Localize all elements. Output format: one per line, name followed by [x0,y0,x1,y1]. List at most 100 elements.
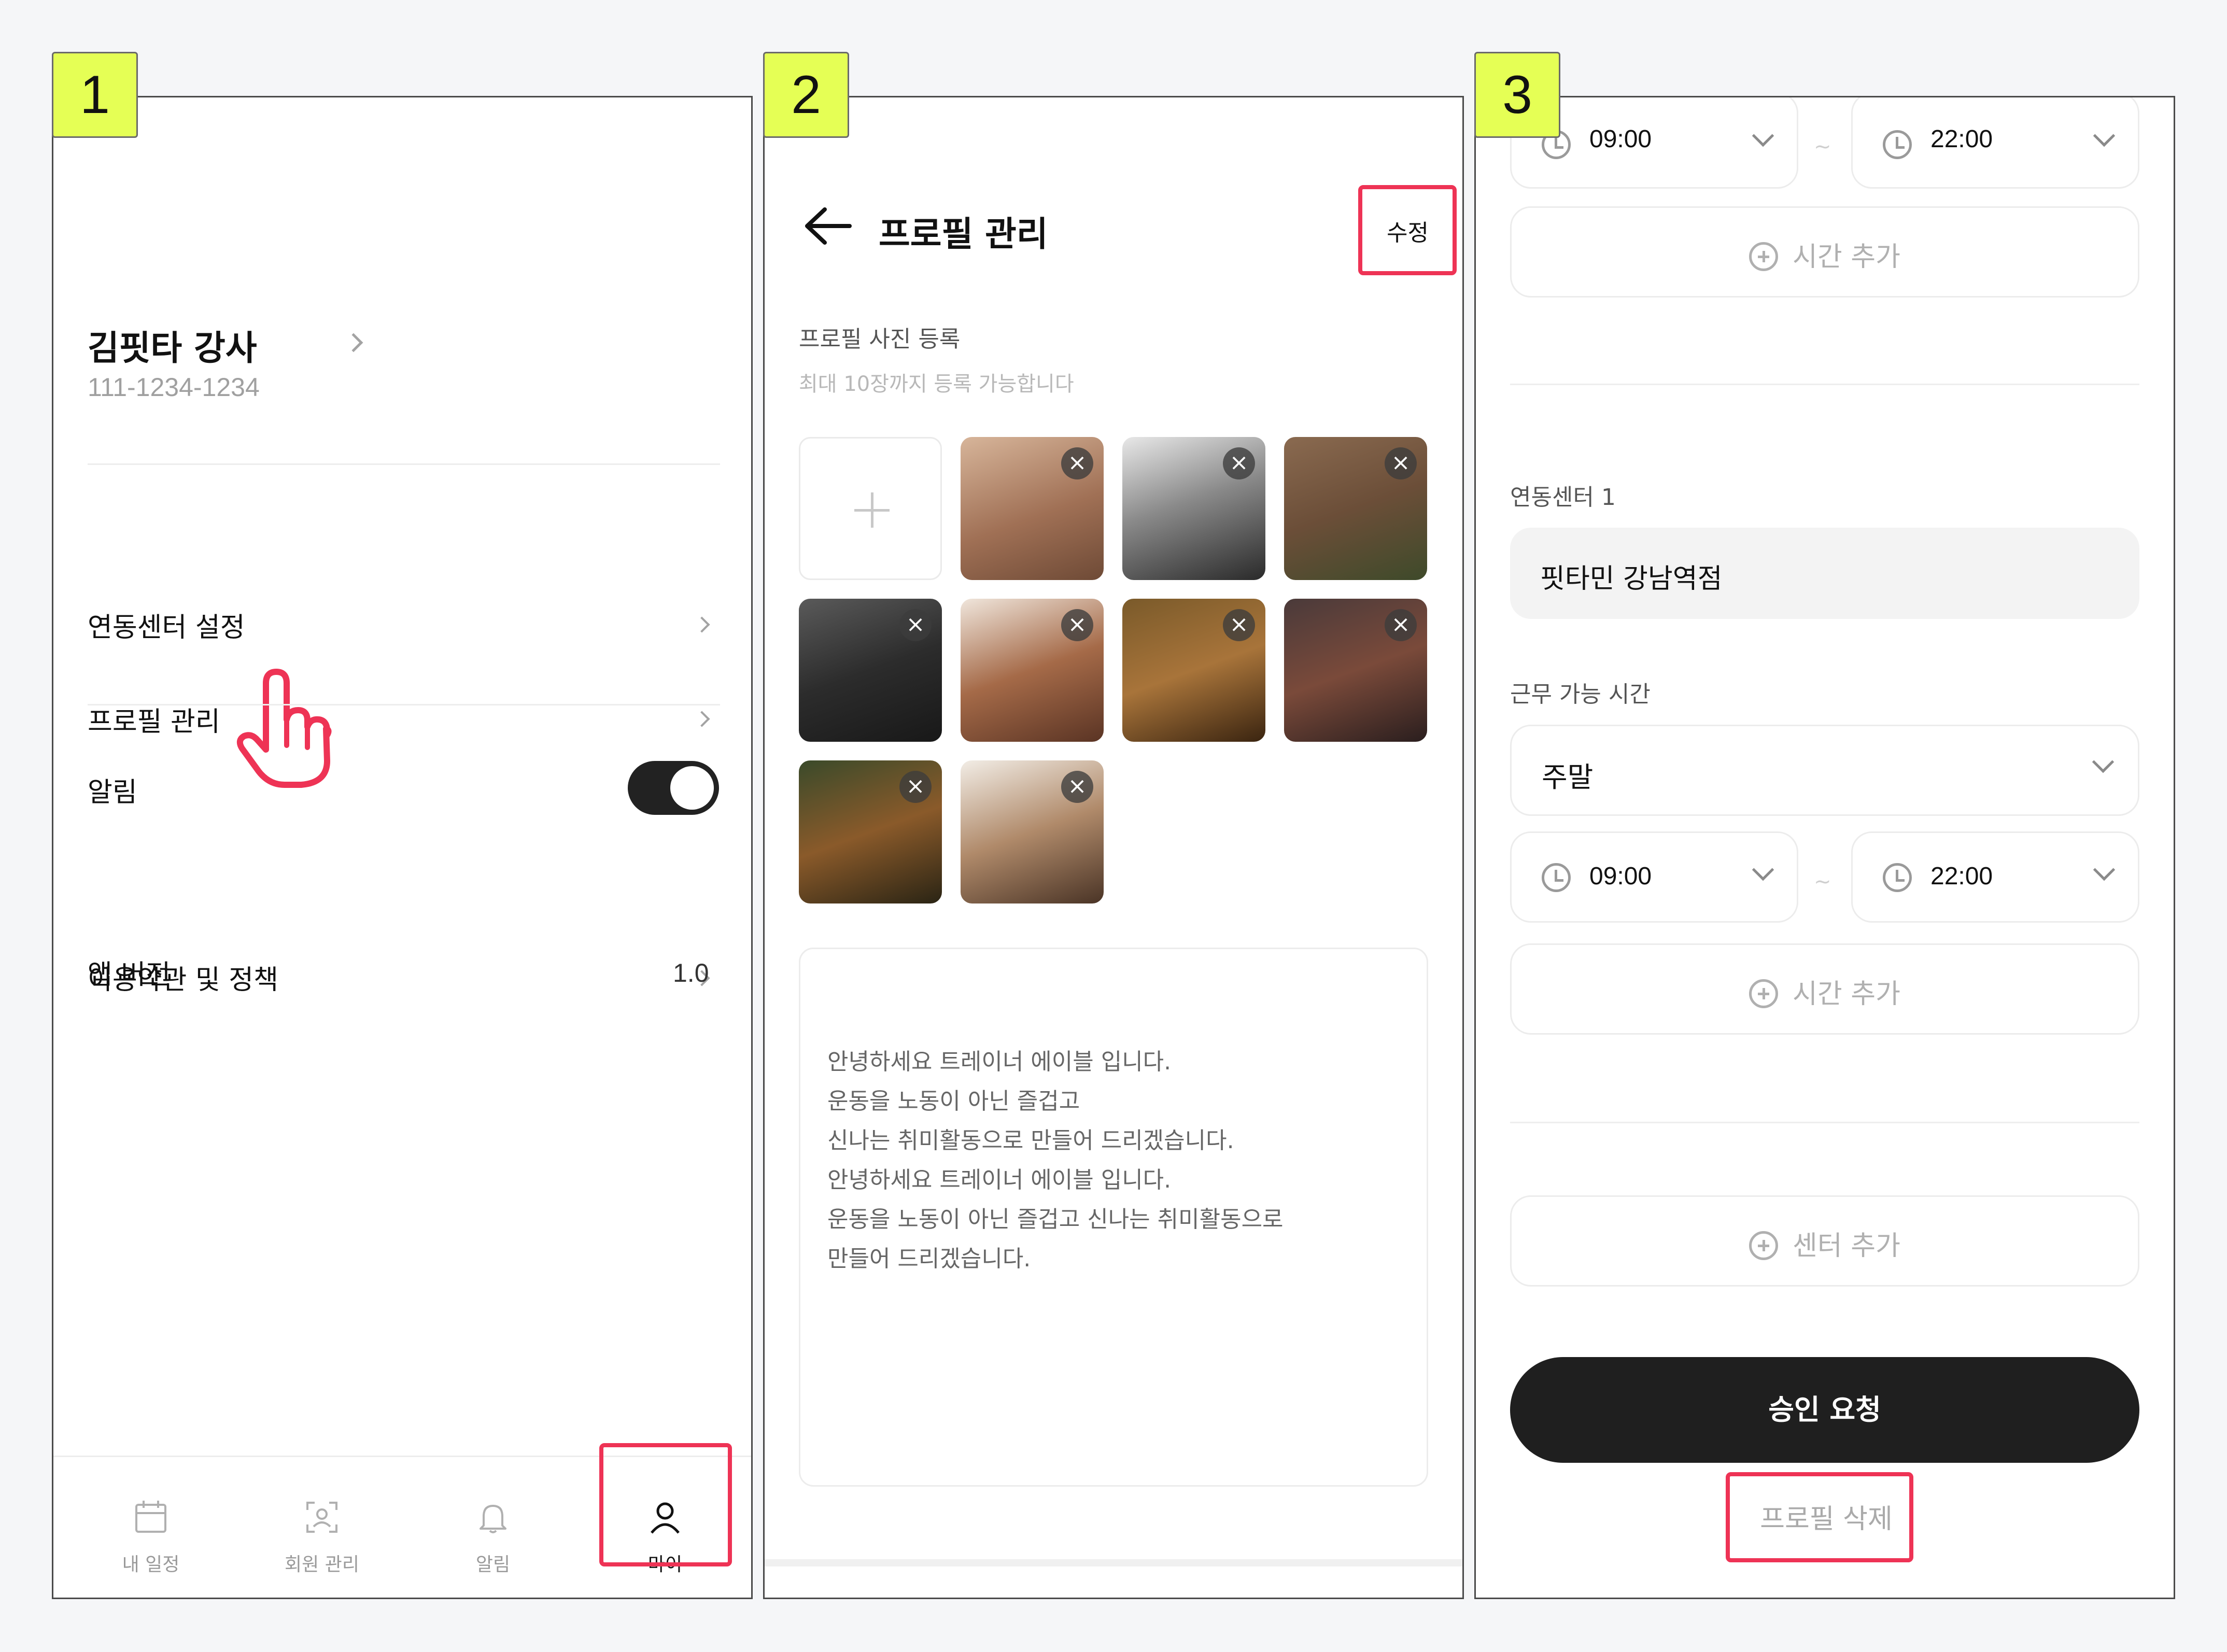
remove-photo-button[interactable]: × [1061,771,1093,803]
app-version-value: 1.0 [673,958,709,987]
calendar-icon [135,1501,166,1533]
approval-request-button[interactable]: 승인 요청 [1510,1357,2139,1463]
highlight-my-tab [599,1443,732,1566]
add-time-label: 시간 추가 [1793,242,1900,273]
clock-icon [1883,130,1912,159]
remove-photo-button[interactable]: × [1061,447,1093,479]
plus-circle-icon [1749,242,1779,271]
chevron-down-icon [1752,858,1774,881]
profile-photo: × [1122,437,1265,580]
divider [1510,384,2139,385]
intro-line: 만들어 드리겠습니다. [827,1246,1031,1272]
remove-photo-button[interactable]: × [899,771,932,803]
menu-item-profile-manage[interactable]: 프로필 관리 [53,688,751,751]
notification-toggle[interactable] [628,761,719,815]
center-name-value: 핏타민 강남역점 [1540,563,1723,595]
remove-photo-button[interactable]: × [1223,609,1255,641]
range-separator: ~ [1814,135,1831,159]
add-time-button[interactable]: 시간 추가 [1510,206,2139,298]
remove-photo-button[interactable]: × [1061,609,1093,641]
start-time-value: 09:00 [1589,125,1652,153]
day-select-value: 주말 [1542,761,1594,794]
remove-photo-button[interactable]: × [1223,447,1255,479]
plus-circle-icon [1749,979,1779,1008]
intro-line: 운동을 노동이 아닌 즐겁고 [827,1088,1080,1114]
profile-photo: × [961,760,1104,903]
user-name: 김핏타 강사 [88,328,257,368]
range-separator: ~ [1814,870,1831,894]
step-badge-1: 1 [52,52,138,138]
hours-label: 근무 가능 시간 [1510,681,1651,708]
end-time-select[interactable]: 22:00 [1851,97,2139,189]
center-hours-screen: 09:00 ~ 22:00 시간 추가 연동센터 1 핏타민 강남역점 근무 가… [1474,96,2175,1599]
my-page-screen: 김핏타 강사 111-1234-1234 연동센터 설정 프로필 관리 알림 이… [52,96,753,1599]
profile-photo: × [1122,599,1265,742]
member-scan-icon [306,1502,337,1533]
intro-line: 안녕하세요 트레이너 에이블 입니다. [827,1049,1172,1075]
bottom-divider [765,1559,1462,1566]
profile-photo: × [1284,437,1427,580]
plus-circle-icon [1749,1231,1779,1260]
toggle-knob [670,766,714,810]
intro-textbox[interactable]: 안녕하세요 트레이너 에이블 입니다. 운동을 노동이 아닌 즐겁고 신나는 취… [799,948,1428,1487]
intro-line: 운동을 노동이 아닌 즐겁고 신나는 취미활동으로 [827,1206,1284,1233]
remove-photo-button[interactable]: × [1385,609,1417,641]
chevron-down-icon [2093,124,2116,147]
add-time-button[interactable]: 시간 추가 [1510,943,2139,1035]
add-center-button[interactable]: 센터 추가 [1510,1195,2139,1287]
bell-icon [480,1505,506,1533]
page-title: 프로필 관리 [879,214,1048,254]
intro-line: 안녕하세요 트레이너 에이블 입니다. [827,1167,1172,1193]
add-time-label: 시간 추가 [1793,979,1900,1010]
nav-alerts[interactable]: 알림 [436,1499,550,1576]
menu-label-notifications: 알림 [88,777,137,808]
chevron-down-icon [2093,858,2116,881]
profile-photo: × [961,599,1104,742]
profile-photo: × [799,599,942,742]
profile-header[interactable]: 김핏타 강사 111-1234-1234 [88,305,378,424]
photo-hint: 최대 10장까지 등록 가능합니다 [799,372,1074,396]
intro-line: 신나는 취미활동으로 만들어 드리겠습니다. [827,1127,1234,1154]
clock-icon [1542,863,1571,892]
chevron-right-icon [344,333,363,352]
end-time-select[interactable]: 22:00 [1851,831,2139,923]
divider [88,463,720,465]
profile-photo: × [1284,599,1427,742]
photo-section-title: 프로필 사진 등록 [799,326,961,352]
nav-label-members: 회원 관리 [285,1554,359,1575]
menu-label-profile-manage: 프로필 관리 [88,707,220,738]
center-label: 연동센터 1 [1510,484,1616,511]
back-arrow-icon[interactable] [801,205,853,247]
menu-label-center-settings: 연동센터 설정 [88,612,245,643]
divider [1510,1122,2139,1123]
profile-manage-screen: 프로필 관리 수정 프로필 사진 등록 최대 10장까지 등록 가능합니다 × … [763,96,1464,1599]
highlight-edit-button [1358,185,1457,275]
end-time-value: 22:00 [1930,125,1993,153]
nav-label-alerts: 알림 [475,1554,511,1575]
profile-photo: × [799,760,942,903]
start-time-value: 09:00 [1589,863,1652,890]
nav-schedule[interactable]: 내 일정 [94,1499,208,1576]
start-time-select[interactable]: 09:00 [1510,831,1798,923]
divider [88,704,720,705]
chevron-down-icon [1752,124,1774,147]
nav-members[interactable]: 회원 관리 [265,1499,379,1576]
highlight-delete-button [1726,1472,1913,1562]
add-center-label: 센터 추가 [1793,1231,1900,1262]
end-time-value: 22:00 [1930,863,1993,890]
step-badge-2: 2 [763,52,849,138]
menu-label-app-version: 앱 버전 [88,959,171,991]
step-badge-3: 3 [1474,52,1560,138]
center-name-field[interactable]: 핏타민 강남역점 [1510,528,2139,619]
menu-item-center-settings[interactable]: 연동센터 설정 [53,595,751,657]
profile-photo: × [961,437,1104,580]
chevron-right-icon [694,711,710,727]
user-phone: 111-1234-1234 [88,373,260,402]
add-photo-button[interactable] [799,437,942,580]
nav-label-schedule: 내 일정 [122,1554,180,1575]
remove-photo-button[interactable]: × [1385,447,1417,479]
remove-photo-button[interactable]: × [899,609,932,641]
chevron-right-icon [694,616,710,633]
chevron-down-icon [2092,751,2115,773]
day-select[interactable]: 주말 [1510,725,2139,816]
